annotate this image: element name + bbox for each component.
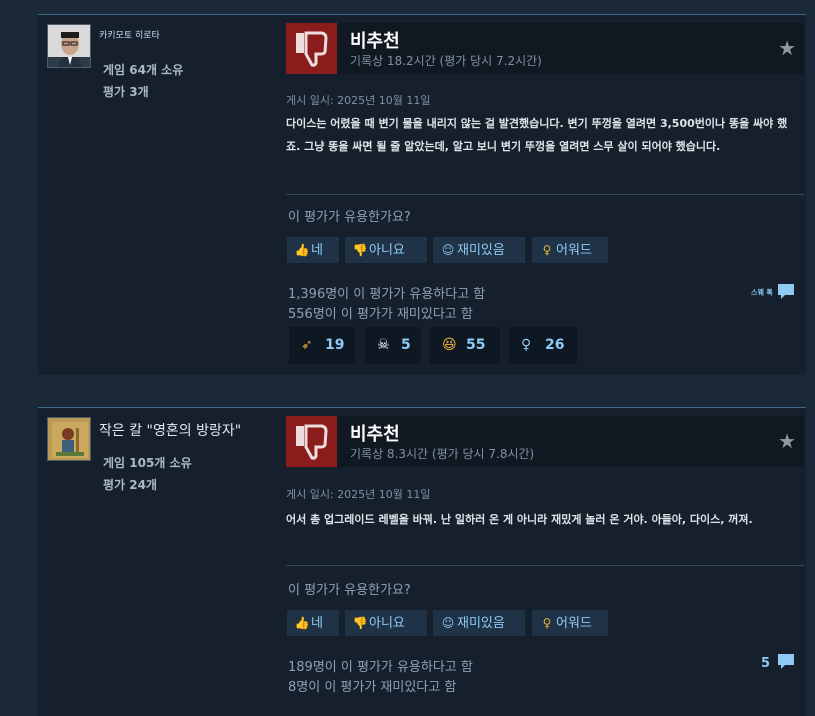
vote-header[interactable]: 비추천 기록상 8.3시간 (평가 당시 7.8시간) ★	[286, 416, 804, 467]
comment-bubble-icon	[777, 653, 795, 674]
vote-funny-label: 재미있음	[457, 243, 505, 258]
divider	[286, 194, 804, 195]
vote-funny-button[interactable]: ☺ 재미있음	[433, 610, 525, 636]
award-ribbon-icon: ♀	[521, 337, 532, 353]
avatar[interactable]	[47, 417, 91, 461]
author-name[interactable]: 작은 칼 "영혼의 방랑자"	[99, 420, 241, 440]
vote-yes-label: 네	[311, 243, 323, 258]
review-body: 어서 총 업그레이드 레벨을 바꿔. 난 일하러 온 게 아니라 재밌게 놀러 …	[286, 513, 753, 526]
award-label: 어워드	[556, 243, 592, 258]
comments-link[interactable]: 5	[761, 653, 795, 674]
review-card: 카키모토 히로타 게임 64개 소유 평가 3개 비추천 기록상 18.2시간 …	[38, 14, 806, 375]
thumbs-up-icon: 👍	[294, 243, 310, 257]
vote-funny-label: 재미있음	[457, 616, 505, 631]
comments-count: 5	[761, 656, 771, 671]
hours-played: 기록상 8.3시간 (평가 당시 7.8시간)	[350, 447, 535, 461]
divider	[286, 565, 804, 566]
smile-icon: ☺	[441, 616, 455, 630]
vote-no-label: 아니요	[369, 243, 405, 258]
helpful-count: 1,396명이 이 평가가 유용하다고 함	[288, 287, 486, 302]
star-icon[interactable]: ★	[778, 429, 796, 453]
review-body: 다이스는 어렸을 때 변기 물을 내리지 않는 걸 발견했습니다. 변기 뚜껑을…	[286, 117, 788, 153]
thumbs-down-icon	[286, 23, 337, 74]
vote-no-button[interactable]: 👎 아니요	[345, 237, 427, 263]
award-label: 어워드	[556, 616, 592, 631]
thumbs-down-icon	[286, 416, 337, 467]
reaction-count: 55	[466, 337, 486, 353]
award-button[interactable]: ♀ 어워드	[532, 610, 608, 636]
posted-date: 게시 일시: 2025년 10월 11일	[286, 488, 431, 501]
reaction-award[interactable]: ♀ 26	[509, 327, 577, 364]
helpful-question: 이 평가가 유용한가요?	[288, 210, 411, 225]
reaction-award[interactable]: 😆 55	[430, 327, 500, 364]
helpful-count: 189명이 이 평가가 유용하다고 함	[288, 660, 473, 675]
vote-no-label: 아니요	[369, 616, 405, 631]
sword-icon: ➶	[301, 337, 313, 353]
verdict-label[interactable]: 비추천	[350, 27, 400, 53]
winged-skull-icon: ☠	[377, 337, 390, 353]
vote-no-button[interactable]: 👎 아니요	[345, 610, 427, 636]
review-card: 작은 칼 "영혼의 방랑자" 게임 105개 소유 평가 24개 비추천 기록상…	[38, 407, 806, 716]
smile-icon: ☺	[441, 243, 455, 257]
vote-yes-button[interactable]: 👍 네	[287, 610, 339, 636]
vote-yes-label: 네	[311, 616, 323, 631]
thumbs-down-icon: 👎	[352, 616, 368, 630]
comment-bubble-icon	[777, 283, 795, 302]
vote-header[interactable]: 비추천 기록상 18.2시간 (평가 당시 7.2시간) ★	[286, 23, 804, 74]
comments-link[interactable]: 스웨 톡	[751, 283, 795, 302]
award-icon: ♀	[542, 616, 552, 630]
star-icon[interactable]: ★	[778, 36, 796, 60]
funny-count: 556명이 이 평가가 재미있다고 함	[288, 307, 473, 322]
games-owned[interactable]: 게임 64개 소유	[103, 61, 183, 78]
laughing-face-icon: 😆	[442, 337, 457, 353]
vote-yes-button[interactable]: 👍 네	[287, 237, 339, 263]
award-icon: ♀	[542, 243, 552, 257]
review-count[interactable]: 평가 24개	[103, 476, 157, 493]
helpful-question: 이 평가가 유용한가요?	[288, 583, 411, 598]
thumbs-down-icon: 👎	[352, 243, 368, 257]
funny-count: 8명이 이 평가가 재미있다고 함	[288, 680, 457, 695]
reaction-count: 5	[401, 337, 411, 353]
reaction-award[interactable]: ➶ 19	[289, 327, 355, 364]
games-owned[interactable]: 게임 105개 소유	[103, 454, 192, 471]
posted-date: 게시 일시: 2025년 10월 11일	[286, 94, 431, 107]
reaction-count: 19	[325, 337, 345, 353]
verdict-label[interactable]: 비추천	[350, 420, 400, 446]
reaction-award[interactable]: ☠ 5	[365, 327, 421, 364]
thumbs-up-icon: 👍	[294, 616, 310, 630]
vote-funny-button[interactable]: ☺ 재미있음	[433, 237, 525, 263]
author-name[interactable]: 카키모토 히로타	[99, 28, 160, 41]
reaction-count: 26	[545, 337, 565, 353]
hours-played: 기록상 18.2시간 (평가 당시 7.2시간)	[350, 54, 542, 68]
avatar[interactable]	[47, 24, 91, 68]
award-button[interactable]: ♀ 어워드	[532, 237, 608, 263]
comments-label: 스웨 톡	[751, 288, 773, 297]
review-count[interactable]: 평가 3개	[103, 83, 149, 100]
